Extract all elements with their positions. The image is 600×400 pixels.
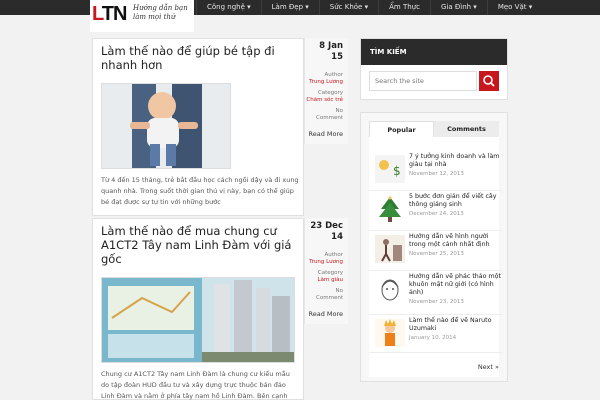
post-date-day: 8 Jan bbox=[319, 41, 343, 51]
naruto-thumbnail bbox=[375, 319, 405, 347]
popular-widget: Popular Comments $ 7 ý tưởng kinh doanh … bbox=[360, 112, 508, 382]
popular-item-date: November 25, 2013 bbox=[409, 251, 464, 257]
category-label: Category bbox=[317, 270, 343, 276]
popular-item-date: December 24, 2013 bbox=[409, 211, 464, 217]
face-sketch-thumbnail bbox=[375, 275, 405, 303]
read-more-link[interactable]: Read More bbox=[305, 130, 343, 139]
list-item[interactable]: Làm thế nào để vẽ Naruto Uzumaki January… bbox=[369, 317, 503, 353]
comments-label: No bbox=[335, 108, 343, 114]
search-row bbox=[369, 71, 499, 91]
logo-tagline: Hướng dẫn bạn làm mọi thứ bbox=[133, 4, 188, 21]
popular-item-date: November 23, 2013 bbox=[409, 299, 464, 305]
search-input[interactable] bbox=[369, 71, 477, 91]
category-link[interactable]: Chăm sóc trẻ bbox=[305, 97, 343, 104]
widget-tabs: Popular Comments bbox=[369, 121, 499, 137]
popular-item-title[interactable]: Hướng dẫn vẽ hình người trong một cảnh n… bbox=[409, 233, 501, 249]
business-idea-thumbnail: $ bbox=[375, 155, 405, 183]
search-widget-title: TÌM KIẾM bbox=[361, 39, 507, 65]
post-title[interactable]: Làm thế nào để mua chung cư A1CT2 Tây na… bbox=[101, 224, 301, 266]
popular-item-title[interactable]: 5 bước đơn giản để viết cây thông giáng … bbox=[409, 193, 501, 209]
post-meta: 8 Jan 15 Author Trung Lương Category Chă… bbox=[304, 38, 348, 144]
list-item[interactable]: Hướng dẫn vẽ hình người trong một cảnh n… bbox=[369, 233, 503, 271]
post-date-year: 15 bbox=[331, 52, 343, 62]
search-icon bbox=[483, 75, 495, 87]
popular-item-title[interactable]: 7 ý tưởng kinh doanh và làm giàu tại nhà bbox=[409, 153, 501, 169]
search-button[interactable] bbox=[479, 71, 499, 91]
post-image-baby[interactable] bbox=[101, 83, 231, 169]
search-widget: TÌM KIẾM bbox=[360, 38, 508, 100]
svg-text:$: $ bbox=[393, 164, 401, 178]
category-link[interactable]: Làm giàu bbox=[305, 277, 343, 284]
post-meta: 23 Dec 14 Author Trung Lương Category Là… bbox=[304, 218, 348, 324]
comments-count[interactable]: Comment bbox=[305, 295, 343, 302]
main-nav: Công nghệ ▾ Làm Đẹp ▾ Sức Khỏe ▾ Ẩm Thực… bbox=[196, 0, 542, 15]
popular-item-title[interactable]: Hướng dẫn vẽ phác thảo một khuôn mặt nữ … bbox=[409, 273, 501, 297]
author-label: Author bbox=[324, 252, 343, 258]
list-item[interactable]: Hướng dẫn vẽ phác thảo một khuôn mặt nữ … bbox=[369, 273, 503, 315]
comments-count[interactable]: Comment bbox=[305, 115, 343, 122]
logo-wordmark: LTN bbox=[92, 3, 127, 25]
post-date-year: 14 bbox=[331, 232, 343, 242]
nav-item-cong-nghe[interactable]: Công nghệ ▾ bbox=[196, 0, 261, 15]
nav-item-meo-vat[interactable]: Mẹo Vặt ▾ bbox=[486, 0, 542, 15]
post-card: Làm thế nào để mua chung cư A1CT2 Tây na… bbox=[92, 218, 304, 400]
comments-label: No bbox=[335, 288, 343, 294]
site-logo[interactable]: LTN Hướng dẫn bạn làm mọi thứ bbox=[90, 0, 194, 32]
next-page-link[interactable]: Next » bbox=[478, 363, 499, 371]
author-label: Author bbox=[324, 72, 343, 78]
category-label: Category bbox=[317, 90, 343, 96]
nav-item-lam-dep[interactable]: Làm Đẹp ▾ bbox=[260, 0, 319, 15]
figure-drawing-thumbnail bbox=[375, 235, 405, 263]
nav-item-am-thuc[interactable]: Ẩm Thực bbox=[378, 0, 430, 15]
list-item[interactable]: $ 7 ý tưởng kinh doanh và làm giàu tại n… bbox=[369, 153, 503, 191]
tab-comments[interactable]: Comments bbox=[434, 121, 499, 137]
list-item[interactable]: 5 bước đơn giản để viết cây thông giáng … bbox=[369, 193, 503, 231]
post-card: Làm thế nào để giúp bé tập đi nhanh hơn … bbox=[92, 38, 304, 216]
christmas-tree-thumbnail bbox=[375, 195, 405, 223]
post-date-day: 23 Dec bbox=[310, 221, 343, 231]
tab-popular[interactable]: Popular bbox=[369, 121, 434, 137]
read-more-link[interactable]: Read More bbox=[305, 310, 343, 319]
author-link[interactable]: Trung Lương bbox=[305, 259, 343, 266]
post-excerpt: Từ 4 đến 15 tháng, trẻ bắt đầu học cách … bbox=[101, 176, 299, 206]
post-excerpt: Chung cư A1CT2 Tây nam Linh Đàm là chung… bbox=[101, 370, 290, 400]
popular-item-date: November 12, 2013 bbox=[409, 171, 464, 177]
popular-item-title[interactable]: Làm thế nào để vẽ Naruto Uzumaki bbox=[409, 317, 501, 333]
nav-item-gia-dinh[interactable]: Gia Đình ▾ bbox=[429, 0, 487, 15]
popular-item-date: January 10, 2014 bbox=[409, 335, 457, 341]
post-title[interactable]: Làm thế nào để giúp bé tập đi nhanh hơn bbox=[101, 44, 301, 72]
nav-item-suc-khoe[interactable]: Sức Khỏe ▾ bbox=[318, 0, 378, 15]
author-link[interactable]: Trung Lương bbox=[305, 79, 343, 86]
post-image-apartment[interactable] bbox=[101, 277, 295, 363]
